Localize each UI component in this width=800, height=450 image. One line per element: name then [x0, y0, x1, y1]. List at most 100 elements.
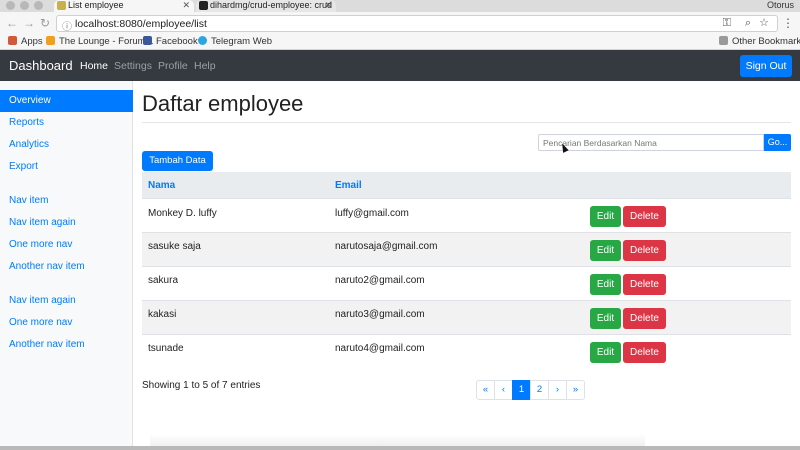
- browser-profile-name[interactable]: Otorus: [767, 0, 794, 11]
- sidebar-item-analytics[interactable]: Analytics: [0, 134, 133, 156]
- window-close-dot[interactable]: [6, 1, 15, 10]
- sidebar-item-nav-item-again-2[interactable]: Nav item again: [0, 290, 133, 312]
- sidebar-item-nav-item-again[interactable]: Nav item again: [0, 212, 133, 234]
- bookmark-label: The Lounge - Forum...: [59, 36, 154, 47]
- add-data-button[interactable]: Tambah Data: [142, 151, 213, 171]
- sidebar-item-reports[interactable]: Reports: [0, 112, 133, 134]
- forward-arrow-icon[interactable]: →: [23, 16, 35, 30]
- bookmark-lounge[interactable]: The Lounge - Forum...: [46, 36, 154, 48]
- sidebar-item-another-nav-item[interactable]: Another nav item: [0, 256, 133, 278]
- search-go-button[interactable]: Go...: [764, 134, 791, 151]
- cell-email: naruto2@gmail.com: [335, 275, 425, 286]
- search-input[interactable]: [538, 134, 764, 151]
- tab-title: dihardmg/crud-employee: crud: [210, 0, 333, 10]
- bookmark-telegram[interactable]: Telegram Web: [198, 36, 272, 48]
- tab-close-icon[interactable]: ✕: [182, 0, 190, 11]
- nav-link-help[interactable]: Help: [194, 60, 216, 72]
- footer-fade: [150, 434, 645, 446]
- table-header: Nama Email: [142, 172, 791, 198]
- bookmark-facebook[interactable]: Facebook: [143, 36, 198, 48]
- bookmark-label: Facebook: [156, 36, 198, 47]
- bookmark-label: Telegram Web: [211, 36, 273, 47]
- cell-email: naruto3@gmail.com: [335, 309, 425, 320]
- pagination-page-2[interactable]: 2: [530, 380, 549, 400]
- other-bookmarks[interactable]: Other Bookmarks: [719, 36, 800, 48]
- pagination-prev[interactable]: ‹: [494, 380, 513, 400]
- edit-button[interactable]: Edit: [590, 206, 621, 227]
- nav-link-home[interactable]: Home: [80, 60, 108, 72]
- lounge-icon: [46, 36, 55, 45]
- bookmark-label: Apps: [21, 36, 43, 47]
- table-row: Monkey D. luffy luffy@gmail.com Edit Del…: [142, 198, 791, 232]
- sidebar-item-export[interactable]: Export: [0, 156, 133, 178]
- info-icon[interactable]: ⓘ: [62, 18, 72, 33]
- cell-email: naruto4@gmail.com: [335, 343, 425, 354]
- delete-button[interactable]: Delete: [623, 274, 666, 295]
- bookmark-apps[interactable]: Apps: [8, 36, 43, 48]
- title-divider: [142, 122, 791, 123]
- delete-button[interactable]: Delete: [623, 308, 666, 329]
- browser-tab-github[interactable]: dihardmg/crud-employee: crud ✕: [196, 0, 336, 12]
- cell-nama: Monkey D. luffy: [148, 208, 217, 219]
- cell-nama: sakura: [148, 275, 179, 286]
- tab-close-icon[interactable]: ✕: [324, 0, 332, 11]
- edit-button[interactable]: Edit: [590, 240, 621, 261]
- column-header-email[interactable]: Email: [335, 180, 362, 192]
- folder-icon: [719, 36, 728, 45]
- tab-favicon-icon: [57, 1, 66, 10]
- delete-button[interactable]: Delete: [623, 240, 666, 261]
- cell-email: luffy@gmail.com: [335, 208, 409, 219]
- navbar-brand[interactable]: Dashboard: [9, 58, 73, 74]
- window-minimize-dot[interactable]: [20, 1, 29, 10]
- browser-menu-icon[interactable]: ⋮: [782, 16, 794, 30]
- github-favicon-icon: [199, 1, 208, 10]
- pagination-next[interactable]: ›: [548, 380, 567, 400]
- sidebar-item-one-more-nav-2[interactable]: One more nav: [0, 312, 133, 334]
- edit-button[interactable]: Edit: [590, 342, 621, 363]
- pagination-last[interactable]: »: [566, 380, 585, 400]
- sidebar: Overview Reports Analytics Export Nav it…: [0, 81, 133, 446]
- key-icon[interactable]: ⚿: [723, 17, 731, 30]
- table-row: sakura naruto2@gmail.com Edit Delete: [142, 266, 791, 300]
- nav-link-profile[interactable]: Profile: [158, 60, 188, 72]
- table-row: kakasi naruto3@gmail.com Edit Delete: [142, 300, 791, 334]
- edit-button[interactable]: Edit: [590, 308, 621, 329]
- other-bookmarks-label: Other Bookmarks: [732, 36, 800, 47]
- facebook-icon: [143, 36, 152, 45]
- sidebar-item-nav-item[interactable]: Nav item: [0, 190, 133, 212]
- edit-button[interactable]: Edit: [590, 274, 621, 295]
- browser-tab-active[interactable]: List employee ✕: [54, 0, 194, 12]
- reload-icon[interactable]: ↻: [40, 16, 50, 30]
- delete-button[interactable]: Delete: [623, 206, 666, 227]
- bookmark-star-icon[interactable]: ☆: [759, 17, 769, 30]
- cell-nama: sasuke saja: [148, 241, 201, 252]
- tab-title: List employee: [68, 0, 124, 10]
- window-zoom-dot[interactable]: [34, 1, 43, 10]
- table-row: tsunade naruto4@gmail.com Edit Delete: [142, 334, 791, 368]
- apps-grid-icon: [8, 36, 17, 45]
- pagination-page-1[interactable]: 1: [512, 380, 531, 400]
- address-bar[interactable]: ⓘ localhost:8080/employee/list ⚿ ⌕ ☆: [56, 15, 778, 33]
- table-row: sasuke saja narutosaja@gmail.com Edit De…: [142, 232, 791, 266]
- nav-link-settings[interactable]: Settings: [114, 60, 152, 72]
- pagination: « ‹ 1 2 › »: [476, 380, 585, 400]
- page-title: Daftar employee: [142, 91, 304, 116]
- sign-out-button[interactable]: Sign Out: [740, 55, 792, 77]
- entries-info: Showing 1 to 5 of 7 entries: [142, 380, 261, 391]
- sidebar-item-another-nav-item-2[interactable]: Another nav item: [0, 334, 133, 356]
- sidebar-item-one-more-nav[interactable]: One more nav: [0, 234, 133, 256]
- delete-button[interactable]: Delete: [623, 342, 666, 363]
- cell-nama: kakasi: [148, 309, 177, 320]
- browser-toolbar: ← → ↻ ⓘ localhost:8080/employee/list ⚿ ⌕…: [0, 12, 800, 34]
- back-arrow-icon[interactable]: ←: [6, 16, 18, 30]
- pagination-first[interactable]: «: [476, 380, 495, 400]
- telegram-icon: [198, 36, 207, 45]
- cell-nama: tsunade: [148, 343, 184, 354]
- os-dock-edge: [0, 446, 800, 450]
- browser-tab-strip: List employee ✕ dihardmg/crud-employee: …: [0, 0, 800, 12]
- address-url[interactable]: localhost:8080/employee/list: [75, 18, 207, 30]
- sidebar-item-overview[interactable]: Overview: [0, 90, 133, 112]
- column-header-nama[interactable]: Nama: [148, 180, 175, 192]
- cell-email: narutosaja@gmail.com: [335, 241, 438, 252]
- zoom-icon[interactable]: ⌕: [745, 17, 751, 30]
